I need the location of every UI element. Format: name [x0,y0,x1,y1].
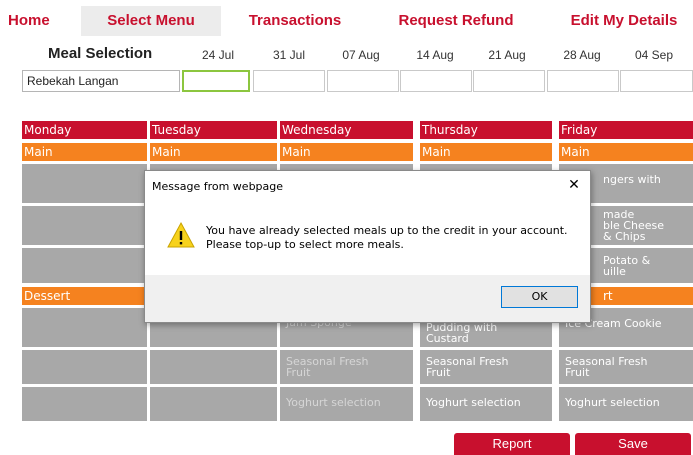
section-main: Main [280,143,413,161]
meal-cell[interactable]: Yoghurt selection [559,387,693,421]
week-cell[interactable] [547,70,619,92]
week-date: 07 Aug [342,48,380,62]
meal-cell[interactable] [150,387,277,421]
week-cell-selected[interactable] [182,70,250,92]
week-date: 28 Aug [563,48,601,62]
week-cell[interactable] [253,70,325,92]
nav-select-menu[interactable]: Select Menu [81,6,221,36]
week-cell[interactable] [620,70,693,92]
meal-cell[interactable] [22,206,147,245]
meal-cell[interactable] [22,308,147,347]
save-button[interactable]: Save [575,433,691,455]
week-date: 24 Jul [201,48,235,62]
nav-request-refund[interactable]: Request Refund [383,6,529,36]
pupil-name: Rebekah Langan [22,70,180,92]
nav-home[interactable]: Home [0,6,60,36]
week-cell[interactable] [400,70,472,92]
section-dessert: Dessert [22,287,147,305]
week-cell[interactable] [473,70,545,92]
section-main: Main [559,143,693,161]
meal-cell[interactable]: Seasonal Fresh Fruit [420,350,552,384]
meal-cell[interactable] [22,387,147,421]
meal-app: Home Select Menu Transactions Request Re… [0,0,693,455]
ok-button[interactable]: OK [501,286,578,308]
meal-cell[interactable]: Seasonal Fresh Fruit [280,350,413,384]
day-header-monday: Monday [22,121,147,139]
dialog-title: Message from webpage [152,180,284,193]
dialog-footer: OK [145,275,590,322]
nav-transactions[interactable]: Transactions [232,6,358,36]
meal-selection-title: Meal Selection [48,45,153,62]
day-header-thursday: Thursday [420,121,552,139]
message-dialog: Message from webpage ✕ You have already … [144,170,591,323]
meal-cell[interactable] [22,164,147,203]
day-header-wednesday: Wednesday [280,121,413,139]
warning-icon [167,221,195,249]
report-button[interactable]: Report [454,433,570,455]
section-main: Main [420,143,552,161]
week-date: 31 Jul [272,48,306,62]
meal-cell[interactable] [150,350,277,384]
day-header-tuesday: Tuesday [150,121,277,139]
top-nav: Home Select Menu Transactions Request Re… [0,0,693,40]
week-date: 21 Aug [488,48,526,62]
day-header-friday: Friday [559,121,693,139]
meal-cell[interactable]: Seasonal Fresh Fruit [559,350,693,384]
close-icon[interactable]: ✕ [564,175,584,195]
section-main: Main [150,143,277,161]
dialog-message: You have already selected meals up to th… [206,224,568,251]
nav-edit-my-details[interactable]: Edit My Details [555,6,693,36]
week-date: 04 Sep [634,48,674,62]
meal-cell[interactable] [22,350,147,384]
week-date: 14 Aug [416,48,454,62]
week-cell[interactable] [327,70,399,92]
meal-cell[interactable]: Yoghurt selection [420,387,552,421]
meal-cell[interactable] [22,248,147,283]
meal-cell[interactable]: Yoghurt selection [280,387,413,421]
section-main: Main [22,143,147,161]
